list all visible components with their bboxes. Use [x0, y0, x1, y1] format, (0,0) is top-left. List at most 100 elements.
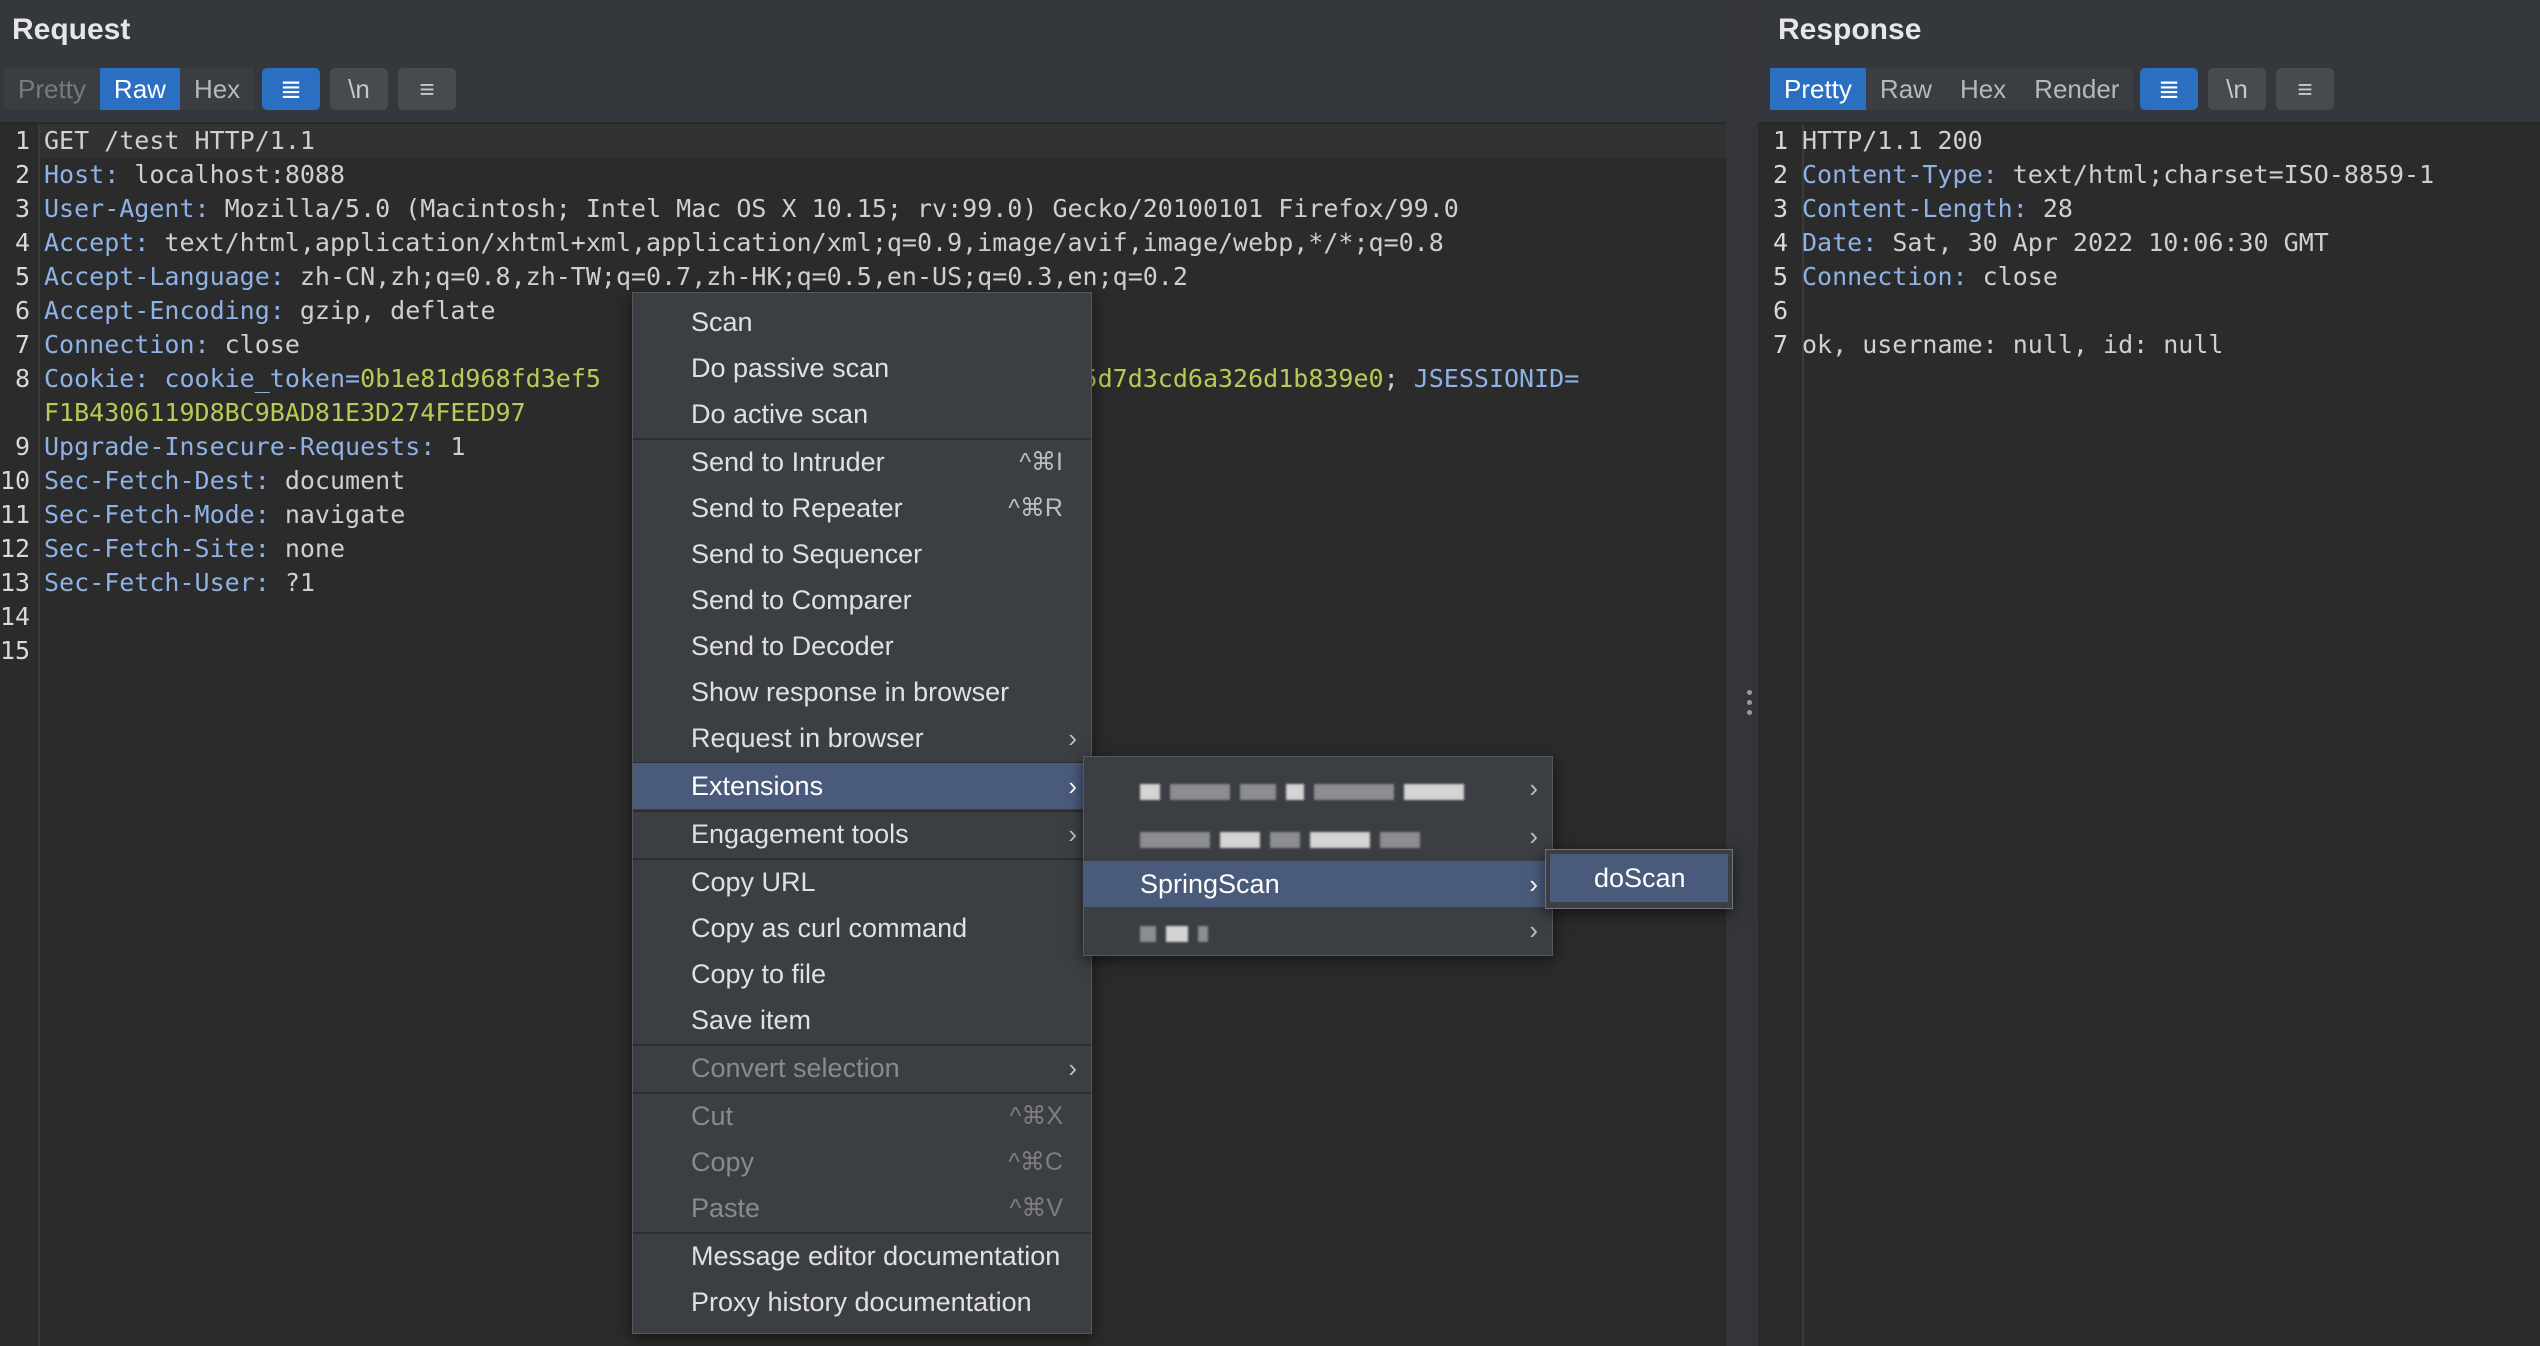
- shortcut-label: ^⌘V: [1009, 1194, 1063, 1222]
- menu-item-extensions[interactable]: Extensions ›: [633, 763, 1091, 809]
- menu-item-copy-as-curl-command[interactable]: Copy as curl command: [633, 905, 1091, 951]
- code-line: 3 Content-Length: 28: [1758, 192, 2540, 226]
- tab-pretty[interactable]: Pretty: [4, 68, 100, 110]
- menu-item-message-editor-documentation[interactable]: Message editor documentation: [633, 1233, 1091, 1279]
- menu-item-label: Send to Repeater: [691, 493, 903, 523]
- menu-item-send-to-comparer[interactable]: Send to Comparer: [633, 577, 1091, 623]
- line-text[interactable]: Sec-Fetch-Site: none: [44, 534, 345, 563]
- menu-item-send-to-decoder[interactable]: Send to Decoder: [633, 623, 1091, 669]
- menu-item-label: Show response in browser: [691, 677, 1010, 707]
- menu-item-do-passive-scan[interactable]: Do passive scan: [633, 345, 1091, 391]
- shortcut-label: ^⌘C: [1008, 1148, 1063, 1176]
- code-line: 6: [1758, 294, 2540, 328]
- menu-item-engagement-tools[interactable]: Engagement tools ›: [633, 811, 1091, 857]
- cookie-name: JSESSIONID=: [1413, 364, 1580, 393]
- line-text[interactable]: ok, username: null, id: null: [1802, 330, 2223, 359]
- line-text[interactable]: Content-Length: 28: [1802, 194, 2073, 223]
- line-text[interactable]: Date: Sat, 30 Apr 2022 10:06:30 GMT: [1802, 228, 2329, 257]
- menu-item-send-to-repeater[interactable]: Send to Repeater ^⌘R: [633, 485, 1091, 531]
- line-number: 10: [0, 466, 31, 495]
- line-text[interactable]: Connection: close: [44, 330, 300, 359]
- tab-hex[interactable]: Hex: [1945, 68, 2021, 110]
- line-text[interactable]: Accept-Encoding: gzip, deflate: [44, 296, 496, 325]
- line-number: 6: [14, 296, 30, 325]
- request-toolbar: Pretty Raw Hex ≣ \n ≡: [0, 60, 1726, 124]
- menu-item-send-to-sequencer[interactable]: Send to Sequencer: [633, 531, 1091, 577]
- show-newlines-button[interactable]: \n: [330, 68, 388, 110]
- response-editor[interactable]: 1 HTTP/1.1 200 2 Content-Type: text/html;ch…: [1758, 124, 2540, 1346]
- redacted-label: [1140, 909, 1218, 955]
- tab-render[interactable]: Render: [2020, 68, 2134, 110]
- panel-splitter[interactable]: [1726, 0, 1758, 1346]
- line-number: 5: [14, 262, 30, 291]
- menu-icon[interactable]: ≡: [2276, 68, 2334, 110]
- chevron-right-icon: ›: [1529, 773, 1538, 803]
- line-text[interactable]: Sec-Fetch-Dest: document: [44, 466, 405, 495]
- chevron-right-icon: ›: [1529, 821, 1538, 851]
- menu-item-label: Cut: [691, 1101, 734, 1131]
- menu-item-label: Convert selection: [691, 1053, 900, 1083]
- extension-item-redacted[interactable]: ›: [1084, 765, 1552, 811]
- header-name: Upgrade-Insecure-Requests:: [44, 432, 436, 461]
- line-text[interactable]: Sec-Fetch-User: ?1: [44, 568, 315, 597]
- menu-item-label: Save item: [691, 1005, 812, 1035]
- menu-item-copy-url[interactable]: Copy URL: [633, 859, 1091, 905]
- menu-item-save-item[interactable]: Save item: [633, 997, 1091, 1043]
- line-number: 9: [14, 432, 30, 461]
- doscan-menu-item[interactable]: doScan: [1550, 854, 1728, 902]
- menu-item-send-to-intruder[interactable]: Send to Intruder ^⌘I: [633, 439, 1091, 485]
- code-line: 7 ok, username: null, id: null: [1758, 328, 2540, 362]
- header-value: 1: [435, 432, 466, 461]
- line-text[interactable]: Accept: text/html,application/xhtml+xml,…: [44, 228, 1444, 257]
- menu-item-proxy-history-documentation[interactable]: Proxy history documentation: [633, 1279, 1091, 1325]
- line-number: 13: [0, 568, 31, 597]
- line-text[interactable]: Connection: close: [1802, 262, 2058, 291]
- code-line: 4 Date: Sat, 30 Apr 2022 10:06:30 GMT: [1758, 226, 2540, 260]
- shortcut-label: ^⌘I: [1019, 448, 1063, 476]
- menu-item-show-response-in-browser[interactable]: Show response in browser: [633, 669, 1091, 715]
- splitter-handle-icon[interactable]: [1747, 690, 1753, 720]
- menu-item-label: Send to Sequencer: [691, 539, 923, 569]
- header-value: gzip, deflate: [284, 296, 496, 325]
- tab-raw[interactable]: Raw: [99, 68, 180, 110]
- header-name: Sec-Fetch-Mode:: [44, 500, 270, 529]
- line-text[interactable]: Sec-Fetch-Mode: navigate: [44, 500, 405, 529]
- line-text[interactable]: HTTP/1.1 200: [1802, 126, 1983, 155]
- code-line: 5 Accept-Language: zh-CN,zh;q=0.8,zh-TW;q…: [0, 260, 1726, 294]
- extension-item-redacted[interactable]: ›: [1084, 813, 1552, 859]
- line-text[interactable]: Host: localhost:8088: [44, 160, 345, 189]
- line-number: 1: [14, 126, 30, 155]
- menu-item-label: Extensions: [691, 771, 824, 801]
- menu-item-label: Send to Decoder: [691, 631, 894, 661]
- line-number: 3: [1772, 194, 1788, 223]
- line-number: 7: [1772, 330, 1788, 359]
- extension-item-springscan[interactable]: SpringScan ›: [1084, 861, 1552, 907]
- menu-item-request-in-browser[interactable]: Request in browser ›: [633, 715, 1091, 761]
- line-text[interactable]: Content-Type: text/html;charset=ISO-8859…: [1802, 160, 2434, 189]
- line-text[interactable]: GET /test HTTP/1.1: [44, 126, 315, 155]
- header-name: Host:: [44, 160, 120, 189]
- redacted-label: [1140, 815, 1430, 861]
- menu-item-copy-to-file[interactable]: Copy to file: [633, 951, 1091, 997]
- show-newlines-button[interactable]: \n: [2208, 68, 2266, 110]
- tab-hex[interactable]: Hex: [179, 68, 255, 110]
- header-value: zh-CN,zh;q=0.8,zh-TW;q=0.7,zh-HK;q=0.5,e…: [284, 262, 1188, 291]
- line-text[interactable]: User-Agent: Mozilla/5.0 (Macintosh; Inte…: [44, 194, 1459, 223]
- line-text[interactable]: Accept-Language: zh-CN,zh;q=0.8,zh-TW;q=…: [44, 262, 1188, 291]
- wrap-lines-icon[interactable]: ≣: [2140, 68, 2198, 110]
- tab-pretty[interactable]: Pretty: [1770, 68, 1866, 110]
- menu-icon[interactable]: ≡: [398, 68, 456, 110]
- line-text[interactable]: Upgrade-Insecure-Requests: 1: [44, 432, 465, 461]
- chevron-right-icon: ›: [1529, 869, 1538, 899]
- cookie-value[interactable]: F1B4306119D8BC9BAD81E3D274FEED97: [44, 398, 526, 427]
- extension-item-redacted[interactable]: ›: [1084, 907, 1552, 953]
- line-number: 12: [0, 534, 31, 563]
- menu-item-label: Copy URL: [691, 867, 816, 897]
- menu-item-do-active-scan[interactable]: Do active scan: [633, 391, 1091, 437]
- tab-raw[interactable]: Raw: [1865, 68, 1946, 110]
- chevron-right-icon: ›: [1068, 771, 1077, 801]
- menu-item-scan[interactable]: Scan: [633, 299, 1091, 345]
- line-number: 2: [1772, 160, 1788, 189]
- wrap-lines-icon[interactable]: ≣: [262, 68, 320, 110]
- header-value: text/html;charset=ISO-8859-1: [1997, 160, 2435, 189]
